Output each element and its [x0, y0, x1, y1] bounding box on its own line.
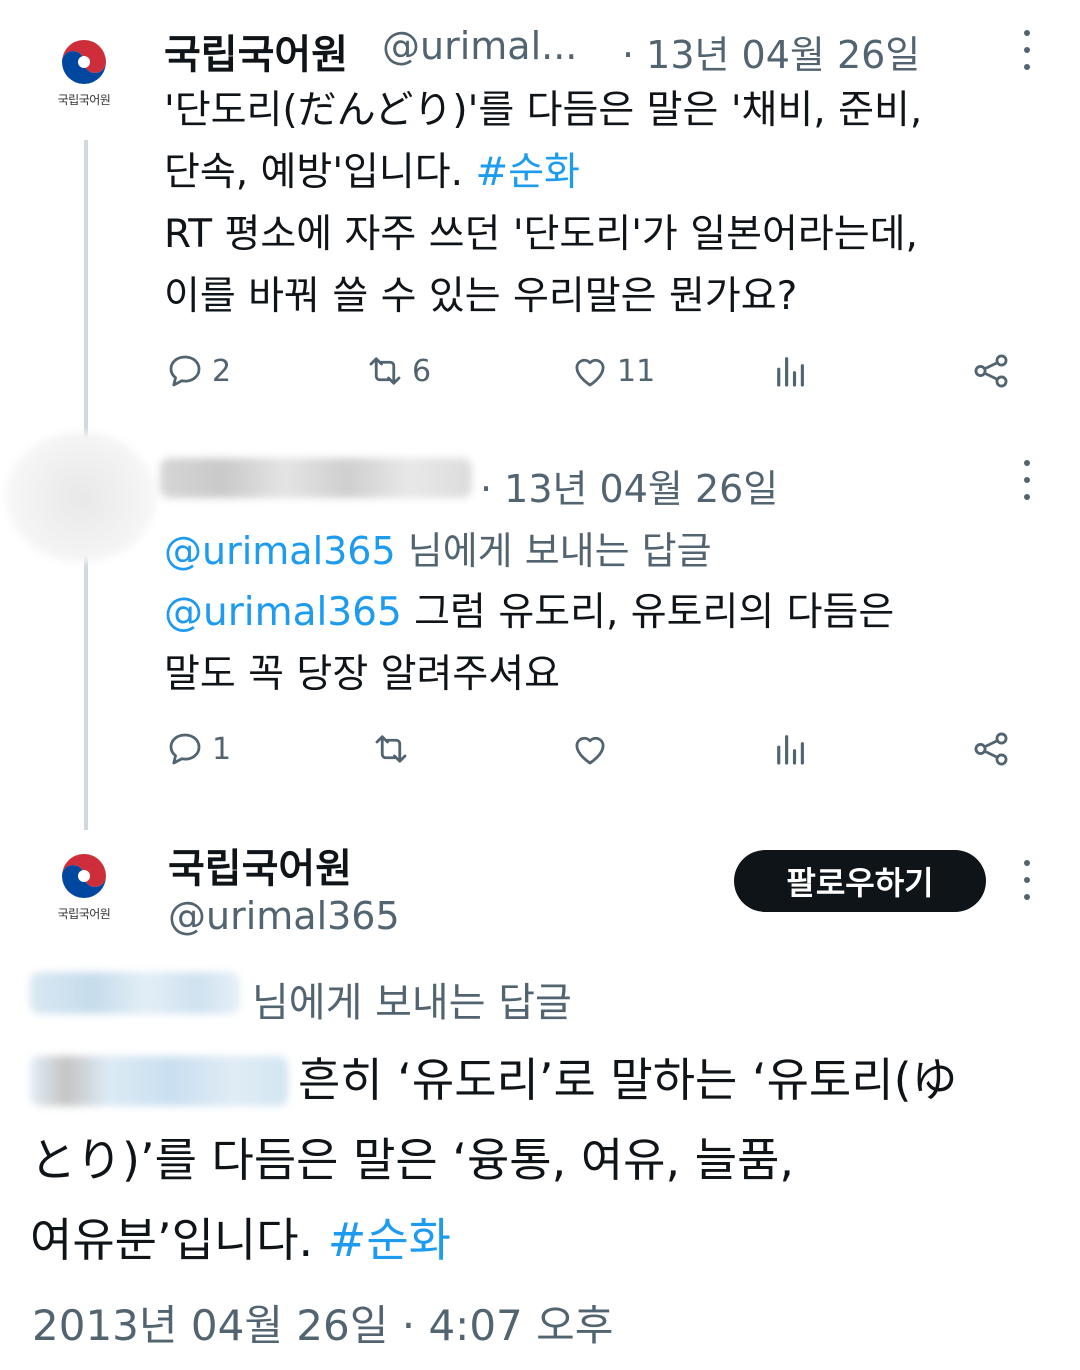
- like-count: 11: [617, 353, 656, 389]
- retweet-button[interactable]: 6: [364, 350, 431, 392]
- tweet-text-line: とり)’를 다듬은 말은 ‘융통, 여유, 늘품,: [30, 1133, 795, 1187]
- retweet-count: 6: [412, 353, 432, 389]
- retweet-button[interactable]: [370, 728, 412, 770]
- like-icon: [575, 736, 605, 765]
- tweet-text: 그럼 유도리, 유토리의 다듬은: [401, 590, 895, 635]
- like-icon: [575, 358, 605, 387]
- tweet-text-line: @urimal365 그럼 유도리, 유토리의 다듬은: [164, 582, 1044, 644]
- reply-context-text: 님에게 보내는 답글: [252, 980, 572, 1026]
- tweet-date[interactable]: · 13년 04월 26일: [622, 24, 920, 79]
- tweet-date[interactable]: · 13년 04월 26일: [480, 458, 778, 513]
- views-button[interactable]: [770, 350, 812, 392]
- reply-icon: [169, 355, 201, 387]
- reply-button[interactable]: 2: [164, 350, 231, 392]
- author-name[interactable]: 국립국어원: [164, 22, 348, 80]
- tweet-body: 흔히 ‘유도리’로 말하는 ‘유토리(ゆ とり)’를 다듬은 말은 ‘융통, 여…: [30, 1040, 1050, 1280]
- tweet-text-line: 단속, 예방'입니다. #순화: [164, 142, 1044, 204]
- hashtag-link[interactable]: #순화: [328, 1213, 451, 1267]
- follow-button[interactable]: 팔로우하기: [734, 850, 986, 912]
- like-button[interactable]: [569, 728, 611, 770]
- avatar[interactable]: [6, 432, 156, 562]
- tweet-timestamp[interactable]: 2013년 04월 26일 · 4:07 오후: [32, 1292, 613, 1353]
- tweet-actions: 1: [164, 728, 1024, 778]
- retweet-icon: [369, 357, 401, 385]
- author-handle[interactable]: @urimal365: [168, 894, 400, 938]
- avatar-caption: 국립국어원: [57, 92, 111, 107]
- more-icon[interactable]: [1021, 460, 1033, 500]
- government-seal-icon: [60, 851, 108, 900]
- tweet-text-line: '단도리(だんどり)'를 다듬은 말은 '채비, 준비,: [164, 88, 923, 133]
- tweet-body: @urimal365 그럼 유도리, 유토리의 다듬은 말도 꼭 당장 알려주셔…: [164, 582, 1044, 706]
- share-button[interactable]: [970, 728, 1012, 770]
- government-seal-icon: [60, 37, 108, 86]
- reply-icon: [169, 733, 201, 765]
- reply-button[interactable]: 1: [164, 728, 231, 770]
- views-icon: [777, 357, 804, 387]
- more-icon[interactable]: [1021, 30, 1033, 70]
- tweet-text: 여유분’입니다.: [30, 1213, 328, 1267]
- retweet-icon: [375, 735, 407, 763]
- tweet-text-line: 여유분’입니다. #순화: [30, 1200, 1050, 1280]
- author-name[interactable]: [160, 458, 472, 498]
- tweet-text-line: 흔히 ‘유도리’로 말하는 ‘유토리(ゆ: [298, 1053, 958, 1107]
- author-handle[interactable]: @urimal...: [382, 24, 577, 68]
- author-name[interactable]: 국립국어원: [168, 836, 352, 894]
- share-icon: [974, 354, 1008, 388]
- avatar[interactable]: 국립국어원: [40, 28, 128, 116]
- like-button[interactable]: 11: [569, 350, 655, 392]
- avatar[interactable]: 국립국어원: [40, 842, 128, 930]
- tweet-text-line: RT 평소에 자주 쓰던 '단도리'가 일본어라는데,: [164, 212, 918, 257]
- tweet-text: 단속, 예방'입니다.: [164, 150, 476, 195]
- share-button[interactable]: [970, 350, 1012, 392]
- reply-count: 2: [212, 353, 232, 389]
- views-icon: [777, 735, 804, 765]
- share-icon: [974, 732, 1008, 766]
- mention-link[interactable]: @urimal365: [164, 590, 402, 635]
- views-button[interactable]: [770, 728, 812, 770]
- hashtag-link[interactable]: #순화: [475, 150, 579, 195]
- mention-link[interactable]: @urimal365: [164, 529, 396, 573]
- avatar-caption: 국립국어원: [57, 906, 111, 921]
- mention-link[interactable]: [30, 972, 240, 1014]
- reply-count: 1: [212, 731, 232, 767]
- tweet-actions: 2 6 11: [164, 350, 1024, 400]
- tweet-text-line: 말도 꼭 당장 알려주셔요: [164, 652, 560, 697]
- tweet-text-line: 이를 바꿔 쓸 수 있는 우리말은 뭔가요?: [164, 274, 798, 319]
- reply-context: @urimal365 님에게 보내는 답글: [164, 520, 712, 575]
- more-icon[interactable]: [1021, 860, 1033, 900]
- reply-context-text: 님에게 보내는 답글: [395, 529, 712, 573]
- tweet-body: '단도리(だんどり)'를 다듬은 말은 '채비, 준비, 단속, 예방'입니다.…: [164, 80, 1044, 328]
